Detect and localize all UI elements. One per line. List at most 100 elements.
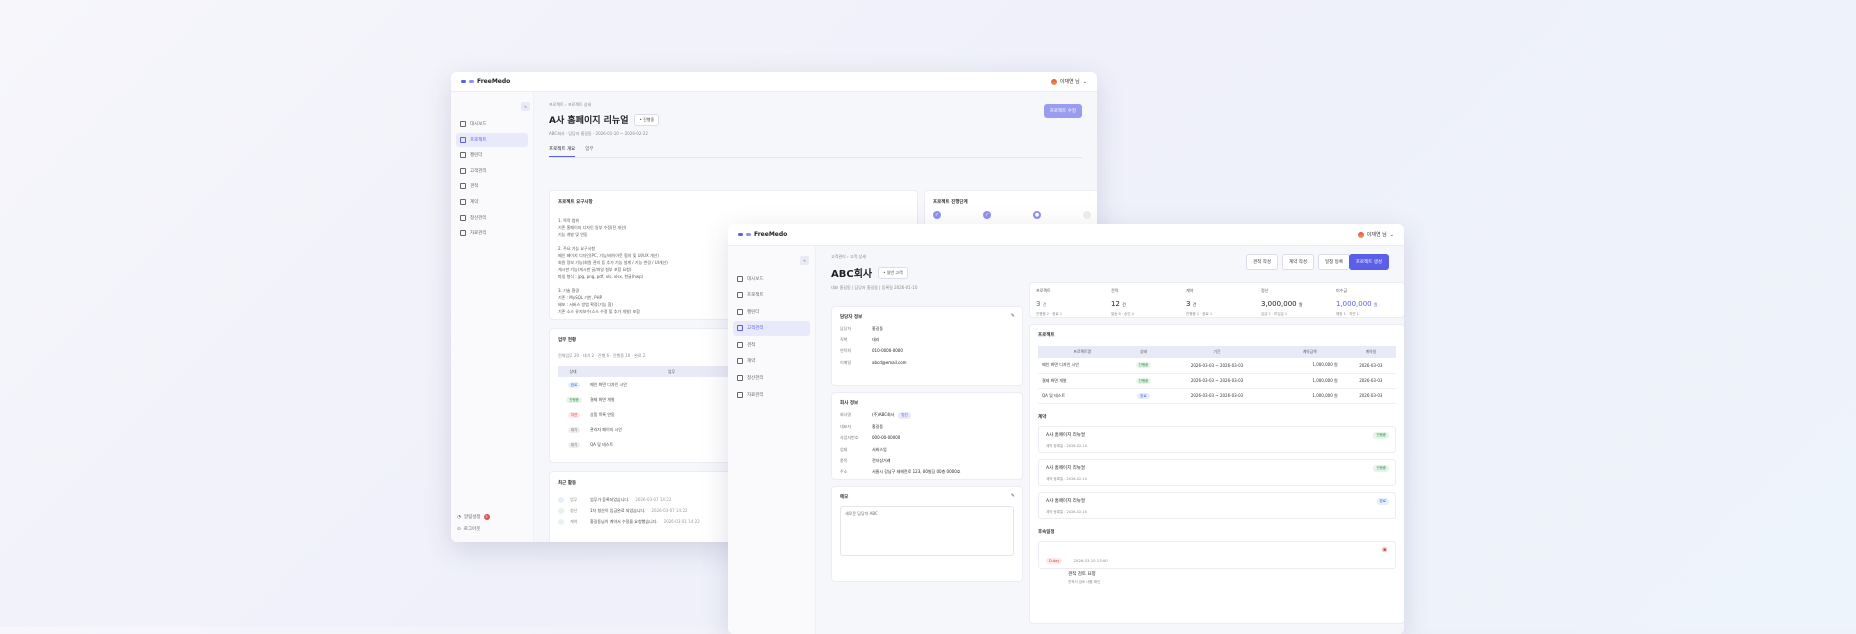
sidebar-item-2[interactable]: 캘린더 bbox=[456, 148, 528, 162]
status-dropdown[interactable]: • 진행중 bbox=[634, 113, 660, 126]
stat-0[interactable]: 프로젝트 3 건 진행중 2 · 완료 1 bbox=[1030, 283, 1105, 322]
col-task: 업무 bbox=[668, 368, 675, 374]
top-bar: FreeMedo 이재연 님 ⌄ bbox=[451, 72, 1097, 92]
logout-button[interactable]: ⊙ 로그아웃 bbox=[457, 526, 490, 533]
collapse-sidebar-button[interactable]: « bbox=[521, 102, 530, 111]
sidebar-item-0[interactable]: 대시보드 bbox=[733, 271, 810, 286]
nav-icon bbox=[737, 308, 743, 315]
user-menu[interactable]: 이재연 님 ⌄ bbox=[1050, 78, 1087, 85]
stat-sub: 발송 8 · 승인 4 bbox=[1111, 312, 1134, 316]
schedule-date: 2026-03-10 13:00 bbox=[1073, 557, 1108, 563]
field-value: 대리 bbox=[872, 337, 880, 343]
logout-label: 로그아웃 bbox=[463, 527, 481, 532]
user-name: 이재연 님 bbox=[1059, 79, 1080, 85]
nav-icon bbox=[737, 341, 743, 348]
field-value: (주)ABC회사 bbox=[872, 412, 895, 417]
stat-value: 3 bbox=[1036, 300, 1041, 308]
tab-overview[interactable]: 프로젝트 개요 bbox=[549, 146, 576, 157]
user-menu[interactable]: 이재연 님 ⌄ bbox=[1357, 231, 1394, 238]
memo-textarea[interactable]: 새로운 담당자 ABC bbox=[840, 506, 1014, 556]
sidebar-item-0[interactable]: 대시보드 bbox=[456, 117, 528, 131]
add-schedule-button[interactable]: 일정 등록 bbox=[1318, 254, 1350, 270]
field-label: 담당자 bbox=[840, 326, 852, 331]
top-bar: FreeMedo 이재연 님 ⌄ bbox=[728, 224, 1404, 246]
sidebar-item-7[interactable]: 자료관리 bbox=[733, 387, 810, 402]
activity-time: 2026-03-07 14:22 bbox=[635, 497, 672, 502]
sidebar-item-2[interactable]: 캘린더 bbox=[733, 304, 810, 319]
sidebar-item-label: 계약 bbox=[747, 359, 756, 365]
trash-icon[interactable]: ▣ bbox=[1382, 547, 1387, 553]
edit-pencil-icon[interactable]: ✎ bbox=[1011, 493, 1015, 499]
create-estimate-button[interactable]: 견적 작성 bbox=[1246, 254, 1278, 270]
stats-card: 프로젝트 3 건 진행중 2 · 완료 1 견적 12 건 발송 8 · 승인 4 계약 3 … bbox=[1029, 282, 1404, 318]
stat-2[interactable]: 계약 3 건 진행중 2 · 완료 1 bbox=[1180, 283, 1255, 322]
sidebar-item-5[interactable]: 계약 bbox=[456, 195, 528, 209]
sidebar-item-label: 프로젝트 bbox=[747, 293, 764, 299]
stat-4[interactable]: 미수금 1,000,000 원 예정 1 · 지연 1 bbox=[1330, 283, 1404, 322]
contract-date: 계약 등록일 : 2026-02-10 bbox=[1046, 443, 1087, 448]
sidebar-item-6[interactable]: 청산관리 bbox=[456, 211, 528, 225]
table-row[interactable]: 결제 화면 개발 진행중 2026-03-03 ~ 2026-03-03 1,000,… bbox=[1038, 373, 1396, 389]
contact-row: 직책 대리 bbox=[840, 337, 1014, 343]
edit-project-button[interactable]: 프로젝트 수정 bbox=[1043, 104, 1082, 118]
sidebar-item-4[interactable]: 견적 bbox=[456, 179, 528, 193]
contract-item[interactable]: A사 홈페이지 리뉴얼 계약 등록일 : 2026-02-10 진행중 bbox=[1038, 425, 1396, 453]
related-card: 프로젝트 프로젝트명 상태 기간 계약금액 계약일 메인 화면 디자인 시안 진행중 202… bbox=[1029, 324, 1404, 624]
field-label: 주소 bbox=[840, 468, 848, 474]
table-row[interactable]: QA 및 테스트 완료 2026-03-03 ~ 2026-03-03 1,000,0… bbox=[1038, 388, 1396, 404]
company-type-badge: 법인 bbox=[898, 412, 911, 419]
contract-name: A사 홈페이지 리뉴얼 bbox=[1046, 498, 1086, 504]
edit-pencil-icon[interactable]: ✎ bbox=[1011, 313, 1015, 319]
task-status-badge: 지연 bbox=[567, 411, 581, 418]
sidebar-item-label: 대시보드 bbox=[747, 276, 764, 282]
collapse-sidebar-button[interactable]: « bbox=[800, 256, 809, 265]
stat-value: 1,000,000 bbox=[1336, 300, 1372, 308]
stat-label: 미수금 bbox=[1336, 288, 1348, 293]
brand-logo[interactable]: FreeMedo bbox=[461, 78, 510, 85]
stat-1[interactable]: 견적 12 건 발송 8 · 승인 4 bbox=[1105, 283, 1180, 322]
nav-icon bbox=[460, 198, 466, 205]
field-value: 홍길동 bbox=[872, 424, 884, 430]
tab-tasks[interactable]: 업무 bbox=[585, 146, 593, 157]
project-date: 2026-03-03 bbox=[1345, 388, 1396, 404]
contract-name: A사 홈페이지 리뉴얼 bbox=[1046, 432, 1086, 438]
sidebar-item-3[interactable]: 고객관리 bbox=[456, 164, 528, 178]
sidebar-item-7[interactable]: 자료관리 bbox=[456, 226, 528, 240]
create-project-button[interactable]: 프로젝트 생성 bbox=[1348, 254, 1389, 270]
activity-type: 청산 bbox=[570, 507, 578, 513]
projects-table: 프로젝트명 상태 기간 계약금액 계약일 메인 화면 디자인 시안 진행중 2026-03-… bbox=[1038, 346, 1396, 404]
sidebar-bottom: ◔ 알림설정 5 ⊙ 로그아웃 bbox=[457, 508, 490, 532]
step-dot: ✓ bbox=[983, 211, 991, 219]
brand-name: FreeMedo bbox=[754, 231, 788, 238]
contract-item[interactable]: A사 홈페이지 리뉴얼 계약 등록일 : 2026-02-10 진행중 bbox=[1038, 458, 1396, 486]
contract-status-badge: 진행중 bbox=[1373, 464, 1389, 472]
contract-item[interactable]: A사 홈페이지 리뉴얼 계약 등록일 : 2026-02-10 완료 bbox=[1038, 491, 1396, 519]
create-contract-button[interactable]: 계약 작성 bbox=[1282, 254, 1314, 270]
nav-icon bbox=[737, 292, 743, 299]
sidebar-item-label: 견적 bbox=[747, 342, 756, 348]
notification-settings[interactable]: ◔ 알림설정 5 bbox=[457, 514, 490, 520]
sidebar-item-1[interactable]: 프로젝트 bbox=[733, 288, 810, 303]
contract-date: 계약 등록일 : 2026-02-10 bbox=[1046, 476, 1087, 481]
sidebar-item-6[interactable]: 청산관리 bbox=[733, 371, 810, 386]
sidebar-item-5[interactable]: 계약 bbox=[733, 354, 810, 369]
brand-logo[interactable]: FreeMedo bbox=[738, 231, 787, 238]
sidebar-item-3[interactable]: 고객관리 bbox=[733, 320, 810, 336]
contact-title: 담당자 정보 bbox=[840, 315, 863, 320]
company-row: 주소 서울시 강남구 테헤란로 123, 00빌딩 00층 0000호 bbox=[840, 469, 1014, 475]
sidebar-item-1[interactable]: 프로젝트 bbox=[456, 132, 528, 147]
nav-icon bbox=[460, 152, 466, 159]
schedule-item[interactable]: D-day 2026-03-10 13:00 ▣ 견적 검토 요청 견적서 검토… bbox=[1038, 540, 1396, 584]
project-period: 2026-03-03 ~ 2026-03-03 bbox=[1160, 373, 1274, 389]
table-row[interactable]: 메인 화면 디자인 시안 진행중 2026-03-03 ~ 2026-03-03 1,… bbox=[1038, 358, 1396, 374]
project-name: 메인 화면 디자인 시안 bbox=[1038, 358, 1127, 374]
company-row: 업태 서비스업 bbox=[840, 447, 1014, 453]
nav-icon bbox=[737, 391, 743, 398]
page-title: A사 홈페이지 리뉴얼 bbox=[549, 116, 629, 126]
sidebar-item-4[interactable]: 견적 bbox=[733, 337, 810, 352]
schedule-title: 후속일정 bbox=[1038, 529, 1055, 535]
customer-tier-dropdown[interactable]: • 일반 고객 bbox=[878, 266, 908, 279]
company-row: 사업자번호 000-00-00000 bbox=[840, 435, 1014, 441]
stat-3[interactable]: 정산 3,000,000 원 입금 2 · 미입금 1 bbox=[1255, 283, 1330, 322]
stat-unit: 원 bbox=[1298, 302, 1303, 307]
